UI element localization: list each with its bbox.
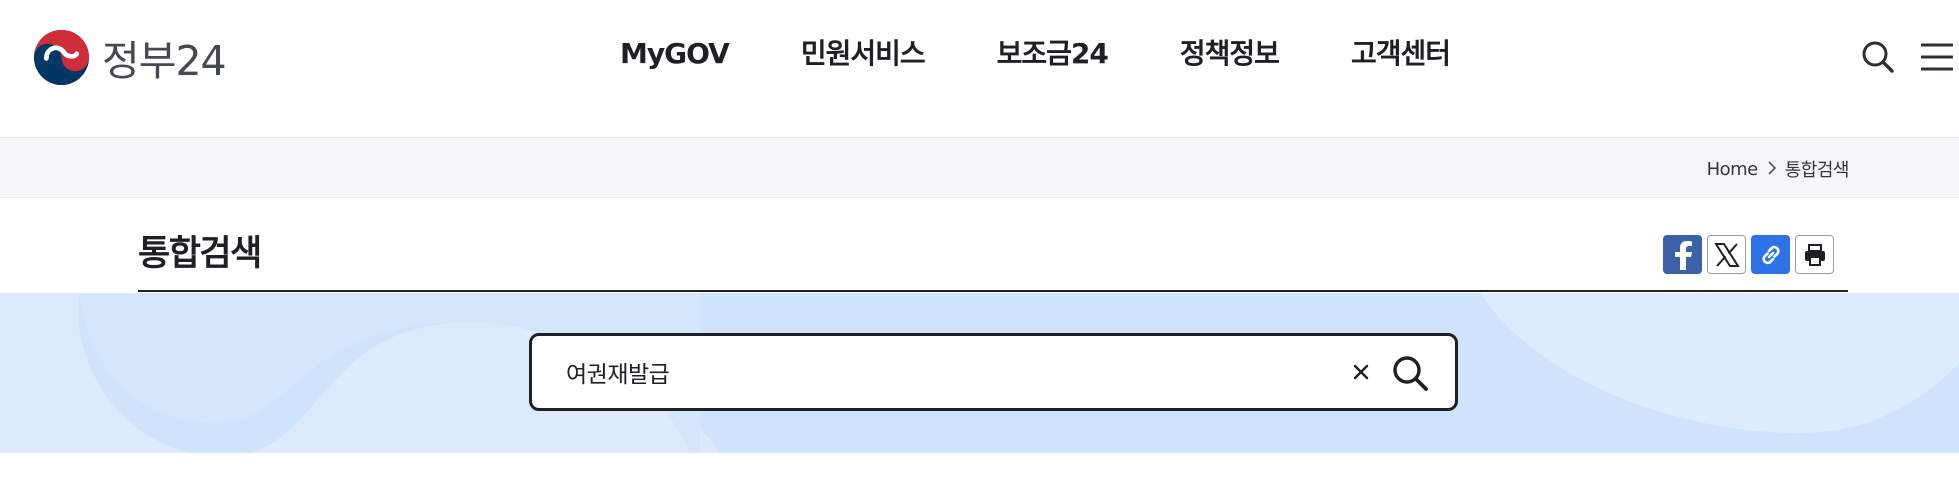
header-utilities: [1855, 34, 1959, 80]
page-title: 통합검색: [138, 234, 262, 274]
site-logo[interactable]: 정부24: [33, 27, 227, 87]
breadcrumb-bar: Home 통합검색: [0, 138, 1959, 198]
hamburger-menu-icon: [1921, 43, 1953, 71]
nav-item-policy-info[interactable]: 정책정보: [1180, 30, 1280, 78]
main-navigation: MyGOV 민원서비스 보조금24 정책정보 고객센터: [620, 30, 1522, 78]
search-icon: [1862, 41, 1894, 73]
search-band: [0, 293, 1959, 453]
search-box: [529, 333, 1458, 411]
page-title-area: 통합검색: [138, 198, 1848, 292]
chevron-right-icon: [1768, 159, 1777, 180]
copy-link-button[interactable]: [1751, 235, 1790, 274]
nav-item-mygov[interactable]: MyGOV: [620, 30, 730, 78]
clear-search-button[interactable]: [1344, 355, 1378, 389]
taegeuk-logo-icon: [33, 29, 90, 85]
site-header: 정부24 MyGOV 민원서비스 보조금24 정책정보 고객센터: [0, 0, 1959, 138]
close-icon: [1353, 364, 1369, 380]
x-icon: [1713, 242, 1740, 267]
share-x-button[interactable]: [1707, 235, 1746, 274]
breadcrumb: Home 통합검색: [1707, 156, 1850, 182]
search-input[interactable]: [566, 336, 1326, 408]
nav-item-civil-services[interactable]: 민원서비스: [801, 30, 926, 78]
header-search-button[interactable]: [1855, 34, 1901, 80]
link-icon: [1761, 245, 1780, 264]
print-icon: [1804, 243, 1825, 266]
breadcrumb-home-link[interactable]: Home: [1707, 159, 1759, 180]
nav-item-subsidy24[interactable]: 보조금24: [997, 30, 1109, 78]
facebook-icon: [1674, 240, 1692, 270]
search-icon: [1393, 356, 1428, 391]
submit-search-button[interactable]: [1386, 349, 1434, 397]
breadcrumb-current: 통합검색: [1784, 160, 1850, 181]
share-buttons: [1658, 235, 1834, 274]
logo-text: 정부24: [102, 37, 227, 85]
nav-item-customer-center[interactable]: 고객센터: [1351, 30, 1451, 78]
header-menu-button[interactable]: [1915, 34, 1959, 80]
print-button[interactable]: [1795, 235, 1834, 274]
share-facebook-button[interactable]: [1663, 235, 1702, 274]
